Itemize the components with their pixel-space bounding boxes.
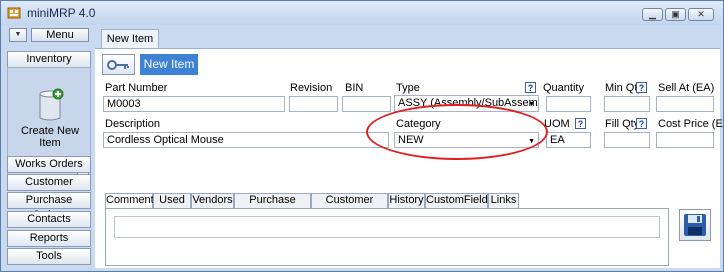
part-number-label: Part Number [105,82,168,94]
tab-vendors[interactable]: Vendors [191,193,234,208]
tab-customer-orders[interactable]: Customer Orders [311,193,388,219]
window-title: miniMRP 4.0 [27,6,96,20]
fill-qty-help-icon[interactable]: ? [636,118,647,129]
main-content: New Item New Item Part Number M0003 Revi… [95,27,723,268]
app-window: miniMRP 4.0 ▁ ▣ ✕ ▼ Menu Inventory Creat… [0,0,724,272]
sidebar-item-inventory[interactable]: Inventory [7,51,91,68]
uom-help-icon[interactable]: ? [575,118,586,129]
min-qty-help-icon[interactable]: ? [636,82,647,93]
min-qty-field[interactable] [604,96,650,112]
type-help-icon[interactable]: ? [525,82,536,93]
quantity-field[interactable] [546,96,591,112]
create-new-item-label: Create New Item [20,125,80,149]
sell-at-field[interactable] [656,96,714,112]
title-bar: miniMRP 4.0 ▁ ▣ ✕ [1,1,723,25]
quantity-label: Quantity [543,82,584,94]
comments-textarea[interactable] [114,216,660,238]
comments-panel [105,208,669,266]
save-button[interactable] [679,209,711,241]
tab-customfields[interactable]: CustomFields [425,193,493,208]
sidebar: ▼ Menu Inventory Create New Item ▼ Works… [7,27,91,267]
sidebar-header: ▼ Menu [7,27,91,45]
cost-price-label: Cost Price (EA) [658,118,723,130]
sidebar-item-contacts[interactable]: Contacts [7,211,91,228]
description-field[interactable]: Cordless Optical Mouse [103,132,389,148]
sidebar-item-purchase-orders[interactable]: Purchase Orders [7,192,91,221]
dropdown-arrow-icon: ▼ [528,138,535,145]
new-item-button[interactable]: New Item [140,54,198,75]
sidebar-item-works-orders[interactable]: Works Orders [7,156,91,173]
revision-label: Revision [290,82,333,94]
type-label: Type [396,82,420,94]
bin-field[interactable] [342,96,391,112]
document-tabs: New Item [95,27,720,48]
close-button[interactable]: ✕ [688,8,714,21]
key-icon [107,60,129,70]
part-number-field[interactable]: M0003 [103,96,285,112]
key-button[interactable] [102,54,135,75]
revision-field[interactable] [289,96,338,112]
sidebar-item-reports[interactable]: Reports [7,230,91,247]
type-select-value: ASSY (Assembly/SubAssembly) [398,97,538,109]
create-new-item-button[interactable]: Create New Item [18,88,82,149]
app-icon [7,7,21,19]
tab-used-in[interactable]: Used In [153,193,191,219]
tab-comments[interactable]: Comments [105,193,159,209]
new-document-icon [39,88,64,121]
minimize-button[interactable]: ▁ [642,8,663,21]
item-form-panel: New Item Part Number M0003 Revision BIN … [95,48,723,268]
type-select[interactable]: ASSY (Assembly/SubAssembly) ▼ [394,95,539,112]
tab-history[interactable]: History [388,193,425,208]
category-select[interactable]: NEW ▼ [394,132,539,148]
uom-field[interactable]: EA [546,132,591,148]
description-label: Description [105,118,161,130]
tab-new-item[interactable]: New Item [101,29,159,48]
fill-qty-label: Fill Qty [605,118,640,130]
category-select-value: NEW [398,134,424,146]
category-label: Category [396,118,441,130]
sidebar-item-customer-orders[interactable]: Customer Orders [7,174,91,203]
menu-button[interactable]: Menu [31,28,89,42]
floppy-disk-icon [684,214,706,236]
sell-at-label: Sell At (EA) [658,82,715,94]
sidebar-item-tools[interactable]: Tools [7,248,91,265]
fill-qty-field[interactable] [604,132,650,148]
cost-price-field[interactable] [656,132,714,148]
dropdown-arrow-icon: ▼ [528,101,535,108]
tab-links[interactable]: Links [488,193,519,208]
maximize-button[interactable]: ▣ [665,8,686,21]
uom-label: UOM [544,118,570,130]
tab-purchase-orders[interactable]: Purchase Orders [234,193,311,219]
chevron-down-icon[interactable]: ▼ [9,28,27,42]
bin-label: BIN [345,82,364,94]
